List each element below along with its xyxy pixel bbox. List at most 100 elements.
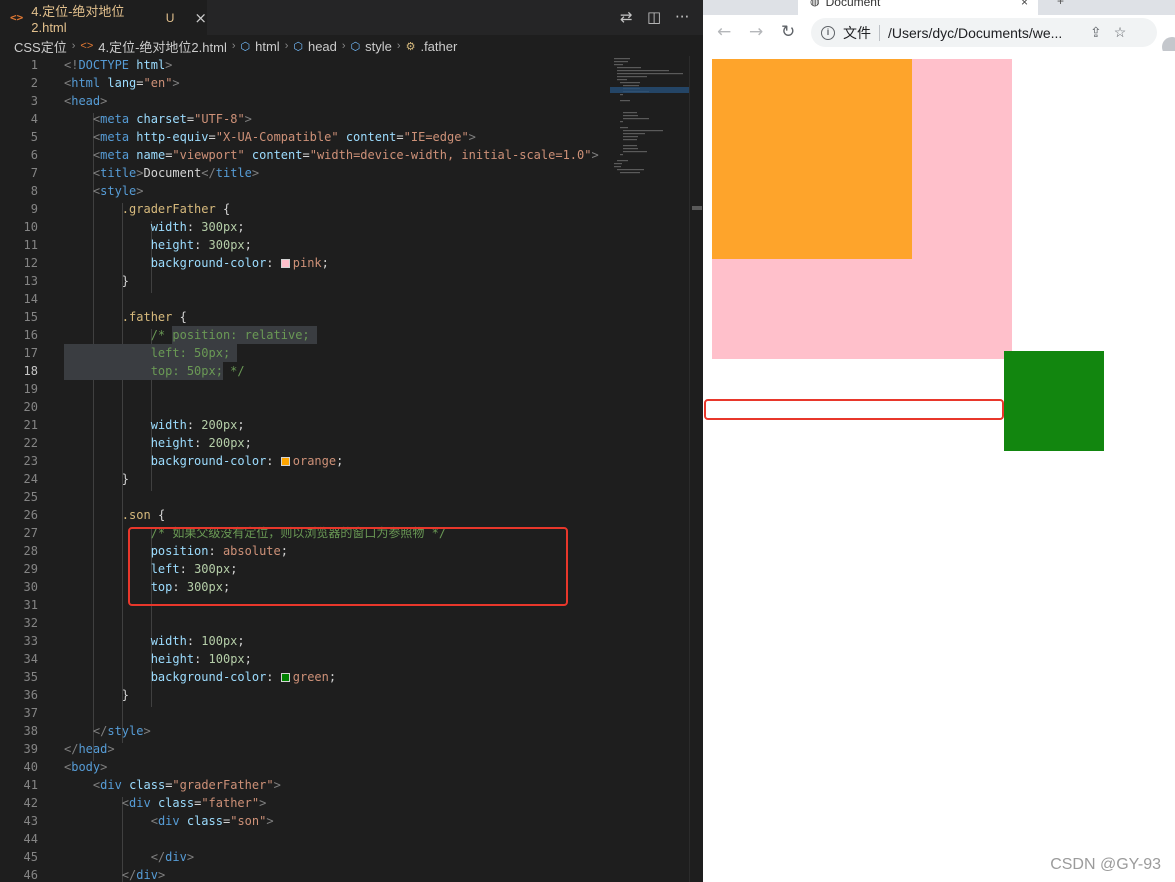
code-line[interactable]: 44	[0, 830, 605, 848]
code-text: <!DOCTYPE html>	[64, 58, 173, 72]
code-line[interactable]: 40 <body>	[0, 758, 605, 776]
code-line[interactable]: 34 height: 100px;	[0, 650, 605, 668]
highlight-box-son-position	[128, 527, 568, 606]
share-icon[interactable]: ⇪	[1090, 24, 1102, 41]
line-number: 27	[23, 526, 38, 540]
highlight-box-preview	[704, 399, 1004, 420]
split-editor-icon[interactable]: ◫	[647, 8, 661, 26]
code-line[interactable]: 36 }	[0, 686, 605, 704]
code-text: height: 300px;	[150, 238, 252, 252]
code-line[interactable]: 37	[0, 704, 605, 722]
line-number: 25	[23, 490, 38, 504]
code-line[interactable]: 6 <meta name="viewport" content="width=d…	[0, 146, 605, 164]
code-text: <body>	[64, 760, 108, 774]
address-url[interactable]: /Users/dyc/Documents/we...	[888, 25, 1078, 41]
source-control-compare-icon[interactable]: ⇄	[620, 8, 633, 26]
code-line[interactable]: 9 .graderFather {	[0, 200, 605, 218]
code-text: </div>	[121, 868, 166, 882]
breadcrumb-style[interactable]: style	[365, 39, 392, 54]
forward-arrow-icon[interactable]: →	[749, 22, 763, 42]
code-text: background-color: orange;	[150, 454, 344, 468]
code-line[interactable]: 41 <div class="graderFather">	[0, 776, 605, 794]
code-line[interactable]: 46 </div>	[0, 866, 605, 882]
code-line[interactable]: 7 <title>Document</title>	[0, 164, 605, 182]
chevron-right-icon: ›	[231, 40, 236, 52]
code-line[interactable]: 23 background-color: orange;	[0, 452, 605, 470]
scrollbar-thumb[interactable]	[692, 206, 702, 210]
line-number: 17	[23, 346, 38, 360]
line-number: 21	[23, 418, 38, 432]
code-line[interactable]: 25	[0, 488, 605, 506]
code-text: }	[121, 274, 130, 288]
code-line[interactable]: 39 </head>	[0, 740, 605, 758]
code-line[interactable]: 15 .father {	[0, 308, 605, 326]
code-line[interactable]: 45 </div>	[0, 848, 605, 866]
address-bar[interactable]: i 文件 /Users/dyc/Documents/we... ⇪ ☆	[811, 18, 1157, 47]
html-file-icon: <>	[10, 11, 24, 24]
code-line[interactable]: 17 left: 50px;	[0, 344, 605, 362]
code-line[interactable]: 20	[0, 398, 605, 416]
editor-tab-active[interactable]: <> 4.定位-绝对地位2.html U ×	[0, 0, 207, 35]
line-number: 24	[23, 472, 38, 486]
line-number: 40	[23, 760, 38, 774]
breadcrumb-html[interactable]: html	[255, 39, 280, 54]
vertical-scrollbar[interactable]	[689, 56, 703, 882]
code-line[interactable]: 1 <!DOCTYPE html>	[0, 56, 605, 74]
minimap[interactable]	[610, 56, 690, 882]
element-cube-icon: ⬡	[350, 40, 361, 53]
element-cube-icon: ⬡	[293, 40, 303, 53]
code-line[interactable]: 42 <div class="father">	[0, 794, 605, 812]
code-text: .son {	[121, 508, 166, 522]
code-line[interactable]: 43 <div class="son">	[0, 812, 605, 830]
breadcrumb-file[interactable]: 4.定位-绝对地位2.html	[98, 37, 227, 56]
father-box	[712, 59, 912, 259]
line-number: 1	[30, 58, 38, 72]
code-line[interactable]: 24 }	[0, 470, 605, 488]
code-text: .father {	[121, 310, 187, 324]
code-area[interactable]: 1 <!DOCTYPE html> 2 <html lang="en"> 3 <head>…	[0, 56, 605, 882]
line-number: 5	[30, 130, 38, 144]
code-line[interactable]: 21 width: 200px;	[0, 416, 605, 434]
code-text: /* position: relative;	[150, 328, 310, 342]
line-number: 26	[23, 508, 38, 522]
code-line[interactable]: 18 top: 50px; */	[0, 362, 605, 380]
code-line[interactable]: 12 background-color: pink;	[0, 254, 605, 272]
code-line[interactable]: 2 <html lang="en">	[0, 74, 605, 92]
line-number: 16	[23, 328, 38, 342]
breadcrumb-folder[interactable]: CSS定位	[14, 37, 67, 56]
browser-tab-active[interactable]: ◍ Document ×	[798, 0, 1038, 15]
code-line[interactable]: 4 <meta charset="UTF-8">	[0, 110, 605, 128]
editor-tab-bar: <> 4.定位-绝对地位2.html U × ⇄ ◫ ···	[0, 0, 703, 35]
new-tab-button[interactable]: +	[1041, 0, 1175, 15]
code-line[interactable]: 26 .son {	[0, 506, 605, 524]
code-line[interactable]: 38 </style>	[0, 722, 605, 740]
line-number: 37	[23, 706, 38, 720]
bookmark-star-icon[interactable]: ☆	[1114, 24, 1127, 41]
line-number: 18	[23, 364, 38, 378]
info-icon[interactable]: i	[821, 25, 835, 40]
breadcrumb-head[interactable]: head	[308, 39, 337, 54]
line-number: 39	[23, 742, 38, 756]
reload-icon[interactable]: ↻	[781, 22, 795, 42]
code-line[interactable]: 33 width: 100px;	[0, 632, 605, 650]
line-number: 10	[23, 220, 38, 234]
breadcrumb-selector[interactable]: .father	[420, 39, 457, 54]
code-text: width: 100px;	[150, 634, 245, 648]
code-line[interactable]: 16 /* position: relative;	[0, 326, 605, 344]
code-line[interactable]: 8 <style>	[0, 182, 605, 200]
code-line[interactable]: 22 height: 200px;	[0, 434, 605, 452]
code-line[interactable]: 19	[0, 380, 605, 398]
line-number: 19	[23, 382, 38, 396]
code-line[interactable]: 13 }	[0, 272, 605, 290]
back-arrow-icon[interactable]: ←	[717, 22, 731, 42]
code-line[interactable]: 35 background-color: green;	[0, 668, 605, 686]
code-line[interactable]: 10 width: 300px;	[0, 218, 605, 236]
more-actions-icon[interactable]: ···	[675, 8, 689, 26]
code-line[interactable]: 3 <head>	[0, 92, 605, 110]
code-line[interactable]: 14	[0, 290, 605, 308]
close-icon[interactable]: ×	[1021, 0, 1028, 9]
close-icon[interactable]: ×	[194, 9, 207, 27]
code-line[interactable]: 32	[0, 614, 605, 632]
code-line[interactable]: 11 height: 300px;	[0, 236, 605, 254]
code-line[interactable]: 5 <meta http-equiv="X-UA-Compatible" con…	[0, 128, 605, 146]
